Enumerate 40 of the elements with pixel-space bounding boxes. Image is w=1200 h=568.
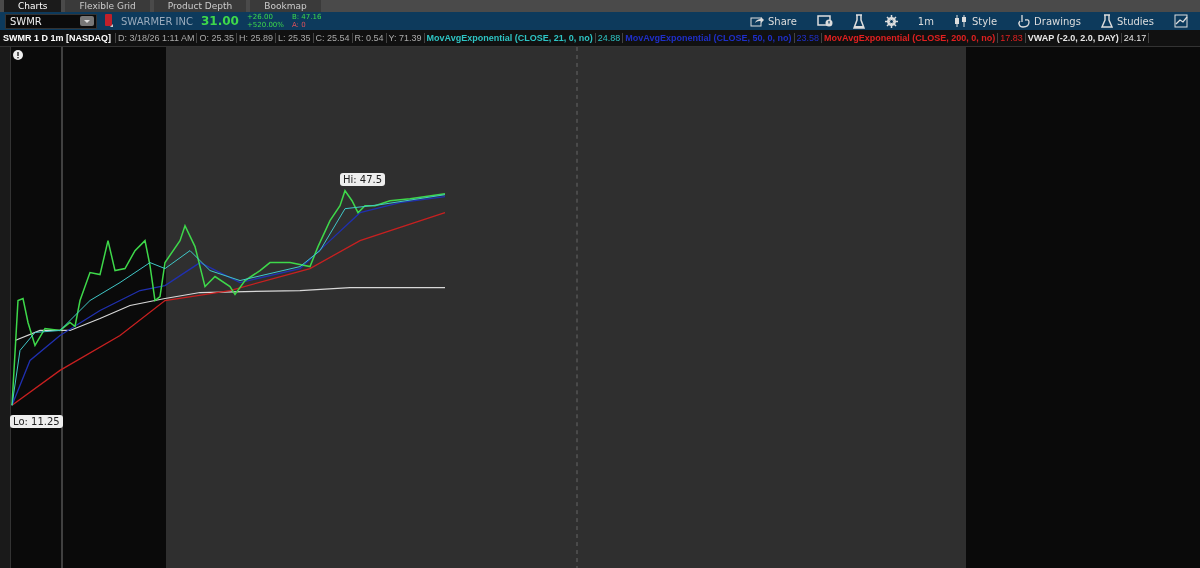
share-button[interactable]: Share [744,15,803,27]
drawings-button[interactable]: Drawings [1011,14,1087,28]
candlestick-icon [953,15,968,27]
company-name: SWARMER INC [121,15,193,27]
dropdown-icon[interactable] [80,16,94,26]
study-value: 17.83 [998,33,1026,43]
tab[interactable]: Bookmap [250,0,321,12]
flask-icon [1100,14,1113,28]
last-price: 31.00 [200,14,239,28]
symbol-field[interactable]: SWMR [5,13,97,29]
settings-icon[interactable] [884,14,898,28]
info-icon[interactable] [13,50,23,60]
flag-icon[interactable] [105,14,113,28]
tab[interactable]: Product Depth [153,0,247,12]
chart-icon[interactable] [1174,14,1188,28]
tab[interactable]: Charts [4,0,62,12]
flask-icon[interactable] [852,13,865,29]
low-label: Lo: 11.25 [10,415,63,428]
ohlc-stat: L: 25.35 [275,33,314,43]
studies-button[interactable]: Studies [1094,14,1160,28]
alert-icon[interactable] [816,14,833,28]
ohlc-stat: Y: 71.39 [386,33,425,43]
ohlc-stat: R: 0.54 [352,33,387,43]
study-value: 24.88 [595,33,624,43]
study-label[interactable]: MovAvgExponential (CLOSE, 200, 0, no) [822,33,999,43]
ohlc-stat: H: 25.89 [236,33,276,43]
study-value: 23.58 [794,33,823,43]
ohlc-stat: D: 3/18/26 1:11 AM [116,33,198,43]
ohlc-stat: C: 25.54 [313,33,353,43]
style-button[interactable]: Style [947,15,1004,27]
symbol-label: SWMR 1 D 1m [NASDAQ] [0,33,116,43]
tab[interactable]: Flexible Grid [65,0,150,12]
ohlc-stat: O: 25.35 [197,33,237,43]
timeframe-button[interactable]: 1m [911,15,940,27]
study-value: 24.17 [1121,33,1150,43]
high-label: Hi: 47.5 [340,173,386,186]
share-icon [750,15,764,27]
hand-pointer-icon [1017,14,1031,28]
study-label[interactable]: VWAP (-2.0, 2.0, DAY) [1025,33,1122,43]
study-label[interactable]: MovAvgExponential (CLOSE, 21, 0, no) [424,33,596,43]
